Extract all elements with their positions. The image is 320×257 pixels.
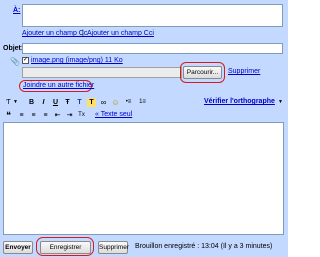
draft-status-text: Brouillon enregistré : 13:04 (Il y a 3 m… [135, 243, 273, 250]
font-dropdown-caret[interactable]: ▼ [13, 99, 18, 105]
paperclip-icon: 📎 [10, 57, 20, 66]
spellcheck-caret-icon[interactable]: ▼ [278, 99, 283, 105]
align-center-button[interactable]: ≡ [29, 111, 38, 120]
to-field[interactable] [22, 4, 283, 27]
compose-panel: À: Ajouter un champ Cc | Ajouter un cham… [0, 0, 288, 257]
to-label[interactable]: À: [13, 7, 20, 14]
italic-button[interactable]: I [39, 98, 48, 107]
quote-icon[interactable]: ❝ [4, 111, 13, 120]
subject-label: Objet: [3, 45, 24, 52]
indent-more-button[interactable]: ⇥ [65, 111, 74, 120]
remove-format-button[interactable]: Tx [77, 111, 86, 120]
attachment-checkbox[interactable]: ✓ [22, 57, 29, 64]
text-color-button[interactable]: T [75, 98, 84, 107]
plain-text-link[interactable]: « Texte seul [95, 111, 132, 118]
save-draft-button[interactable]: Enregistrer [40, 241, 91, 254]
file-path-input[interactable] [22, 67, 182, 78]
align-right-button[interactable]: ≡ [41, 111, 50, 120]
message-body-editor[interactable] [3, 122, 284, 235]
link-icon[interactable]: ∞ [99, 98, 108, 107]
subject-field[interactable] [22, 43, 283, 54]
remove-attachment-link[interactable]: Supprimer [228, 68, 260, 75]
align-left-button[interactable]: ≡ [17, 111, 26, 120]
smiley-icon[interactable]: ☺ [111, 98, 120, 107]
numbered-list-button[interactable]: 1≡ [137, 98, 148, 107]
attach-another-file-link[interactable]: Joindre un autre fichier [23, 82, 94, 89]
font-size-button[interactable]: Ŧ [63, 98, 72, 107]
browse-button[interactable]: Parcourir... [183, 66, 222, 79]
add-cc-link[interactable]: Ajouter un champ Cc [22, 30, 87, 37]
spellcheck-link[interactable]: Vérifier l'orthographe [204, 98, 275, 105]
bold-button[interactable]: B [27, 98, 36, 107]
font-icon[interactable]: Ƭ [4, 98, 13, 107]
bulleted-list-button[interactable]: •≡ [123, 98, 134, 107]
link-separator: | [82, 30, 84, 37]
indent-less-button[interactable]: ⇤ [53, 111, 62, 120]
highlight-color-button[interactable]: T [87, 98, 96, 107]
send-button[interactable]: Envoyer [3, 241, 33, 254]
delete-button[interactable]: Supprimer [98, 241, 129, 254]
attachment-file-link[interactable]: image.png (image/png) 11 Ko [31, 57, 123, 64]
add-bcc-link[interactable]: Ajouter un champ Cci [87, 30, 154, 37]
underline-button[interactable]: U [51, 98, 60, 107]
